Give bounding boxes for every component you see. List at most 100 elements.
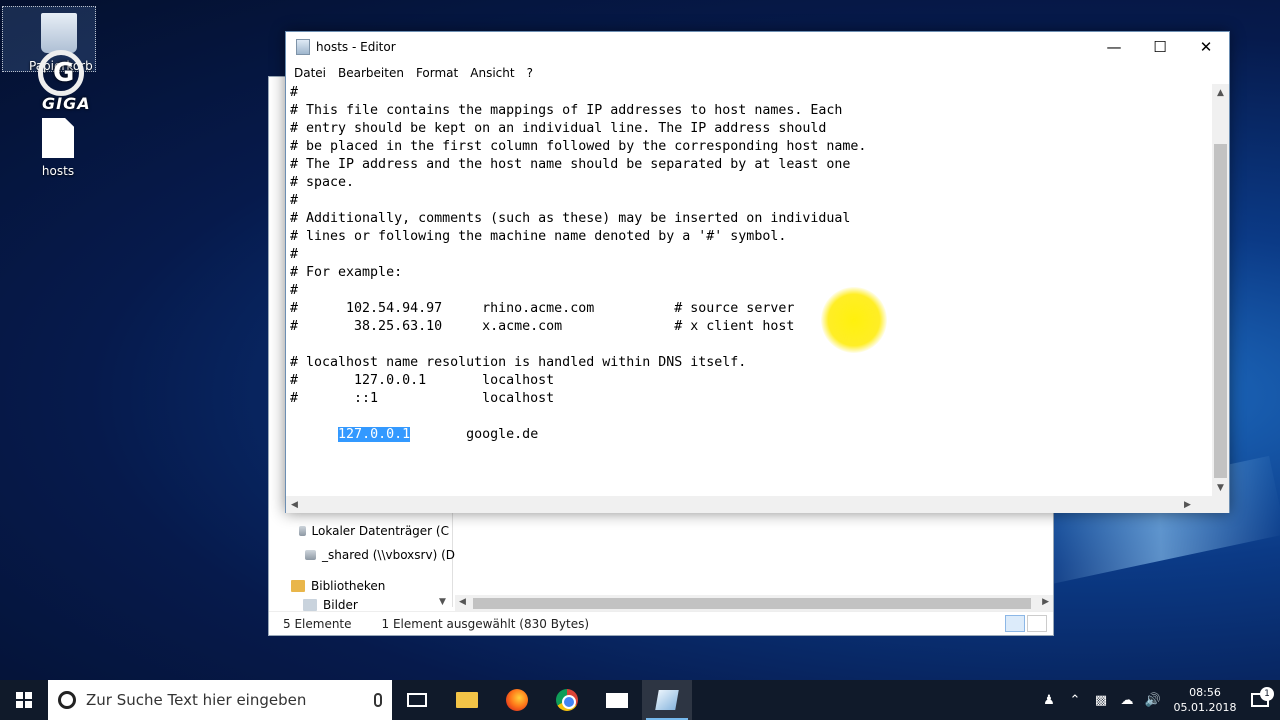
selection-info: 1 Element ausgewählt (830 Bytes) [381,616,590,631]
notepad-window[interactable]: hosts - Editor — ☐ ✕ Datei Bearbeiten Fo… [285,31,1230,513]
editor-line: # Additionally, comments (such as these)… [290,211,851,226]
editor-line: # lines or following the machine name de… [290,229,787,244]
chrome-icon [556,689,578,711]
clock-date: 05.01.2018 [1173,701,1237,714]
selected-text[interactable]: 127.0.0.1 [338,427,411,442]
vertical-scrollbar[interactable]: ▲ ▼ [1212,84,1229,496]
nav-item-libraries[interactable]: Bibliotheken [291,576,441,596]
firefox-icon [506,689,528,711]
menu-ansicht[interactable]: Ansicht [464,66,520,80]
chevron-right-icon[interactable]: ▶ [1042,597,1049,607]
editor-line: # 38.25.63.10 x.acme.com # x client host [290,319,795,334]
start-button[interactable] [0,680,48,720]
firefox-taskbar-button[interactable] [492,680,542,720]
window-controls[interactable]: — ☐ ✕ [1091,32,1229,62]
nav-item-label: Lokaler Datenträger (C [311,524,449,538]
maximize-button[interactable]: ☐ [1137,32,1183,62]
chevron-left-icon[interactable]: ◀ [459,597,466,607]
nav-item-local-disk[interactable]: Lokaler Datenträger (C [299,521,449,541]
editor-line: # space. [290,175,355,190]
menu-bearbeiten[interactable]: Bearbeiten [332,66,410,80]
editor-line: # ::1 localhost [290,391,555,406]
file-explorer-taskbar-button[interactable] [442,680,492,720]
menu-format[interactable]: Format [410,66,464,80]
clock[interactable]: 08:56 05.01.2018 [1170,685,1240,715]
editor-line: # For example: [290,265,403,280]
explorer-horizontal-scrollbar[interactable]: ◀ ▶ [455,595,1053,612]
view-toggle[interactable] [1005,615,1047,632]
line-rest: google.de [410,427,539,442]
nav-item-label: Bilder [323,599,358,611]
search-placeholder: Zur Suche Text hier eingeben [86,691,307,709]
task-view-button[interactable] [392,680,442,720]
mail-taskbar-button[interactable] [592,680,642,720]
notepad-taskbar-button[interactable] [642,680,692,720]
horizontal-scrollbar[interactable]: ◀ ▶ [286,496,1213,513]
chevron-up-icon[interactable]: ⌃ [1062,693,1088,708]
system-tray: ♟ ⌃ ▩ ☁ 🔊 08:56 05.01.2018 1 [1036,680,1280,720]
people-icon[interactable]: ♟ [1036,693,1062,708]
mouse-cursor-highlight [821,287,887,353]
taskbar-search-box[interactable]: Zur Suche Text hier eingeben [48,680,392,720]
cloud-icon[interactable]: ☁ [1114,693,1140,708]
hosts-file-label: hosts [41,164,75,178]
close-button[interactable]: ✕ [1183,32,1229,62]
editor-line: 127.0.0.1 google.de [290,426,1213,444]
minimize-button[interactable]: — [1091,32,1137,62]
action-center-button[interactable]: 1 [1240,687,1280,707]
chevron-down-icon[interactable]: ▼ [1212,479,1229,496]
network-icon[interactable]: ▩ [1088,693,1114,708]
nav-item-label: _shared (\\vboxsrv) (D [322,548,455,562]
item-count: 5 Elemente [283,616,352,631]
notification-badge: 1 [1260,687,1274,701]
editor-line: # The IP address and the host name shoul… [290,157,851,172]
pictures-icon [303,599,317,611]
nav-scrollbar[interactable]: ▼ [437,507,451,607]
microphone-icon[interactable] [374,693,382,707]
hosts-file-icon[interactable]: hosts [20,118,96,178]
editor-line: # localhost name resolution is handled w… [290,355,747,370]
scrollbar-thumb[interactable] [473,598,1031,609]
file-icon [42,118,74,158]
nav-item-pictures[interactable]: Bilder [303,599,453,611]
chevron-right-icon[interactable]: ▶ [1179,496,1196,513]
editor-line: # This file contains the mappings of IP … [290,103,843,118]
editor-line: # 102.54.94.97 rhino.acme.com # source s… [290,301,795,316]
network-drive-icon [305,550,317,560]
text-editor-area[interactable]: # # This file contains the mappings of IP… [286,84,1213,496]
explorer-status-bar: 5 Elemente 1 Element ausgewählt (830 Byt… [269,611,1053,635]
editor-line: # [290,85,299,100]
volume-icon[interactable]: 🔊 [1140,693,1166,708]
menu-help[interactable]: ? [521,66,539,80]
nav-item-label: Bibliotheken [311,579,386,593]
editor-line: # be placed in the first column followed… [290,139,867,154]
task-view-icon [407,693,427,707]
taskbar: Zur Suche Text hier eingeben ♟ ⌃ ▩ ☁ 🔊 0… [0,680,1280,720]
chevron-up-icon[interactable]: ▲ [1212,84,1229,101]
chevron-down-icon[interactable]: ▼ [439,597,446,607]
scrollbar-thumb[interactable] [1214,144,1227,478]
chrome-taskbar-button[interactable] [542,680,592,720]
menu-bar[interactable]: Datei Bearbeiten Format Ansicht ? [286,62,1229,84]
chevron-left-icon[interactable]: ◀ [286,496,303,513]
windows-logo-icon [16,692,32,708]
notepad-icon [655,690,679,710]
details-view-icon[interactable] [1005,615,1025,632]
title-bar[interactable]: hosts - Editor — ☐ ✕ [286,32,1229,62]
editor-line: # entry should be kept on an individual … [290,121,827,136]
large-icons-view-icon[interactable] [1027,615,1047,632]
library-icon [291,580,305,592]
editor-line: # [290,193,299,208]
cortana-icon [58,691,76,709]
giga-watermark-logo: G GIGA [20,44,106,116]
notepad-icon [296,39,310,55]
folder-icon [456,692,478,708]
window-title: hosts - Editor [316,40,396,54]
mail-icon [606,692,628,708]
nav-item-shared-drive[interactable]: _shared (\\vboxsrv) (D [305,545,455,565]
menu-datei[interactable]: Datei [288,66,332,80]
editor-line: # 127.0.0.1 localhost [290,373,555,388]
scrollbar-corner [1212,496,1229,513]
